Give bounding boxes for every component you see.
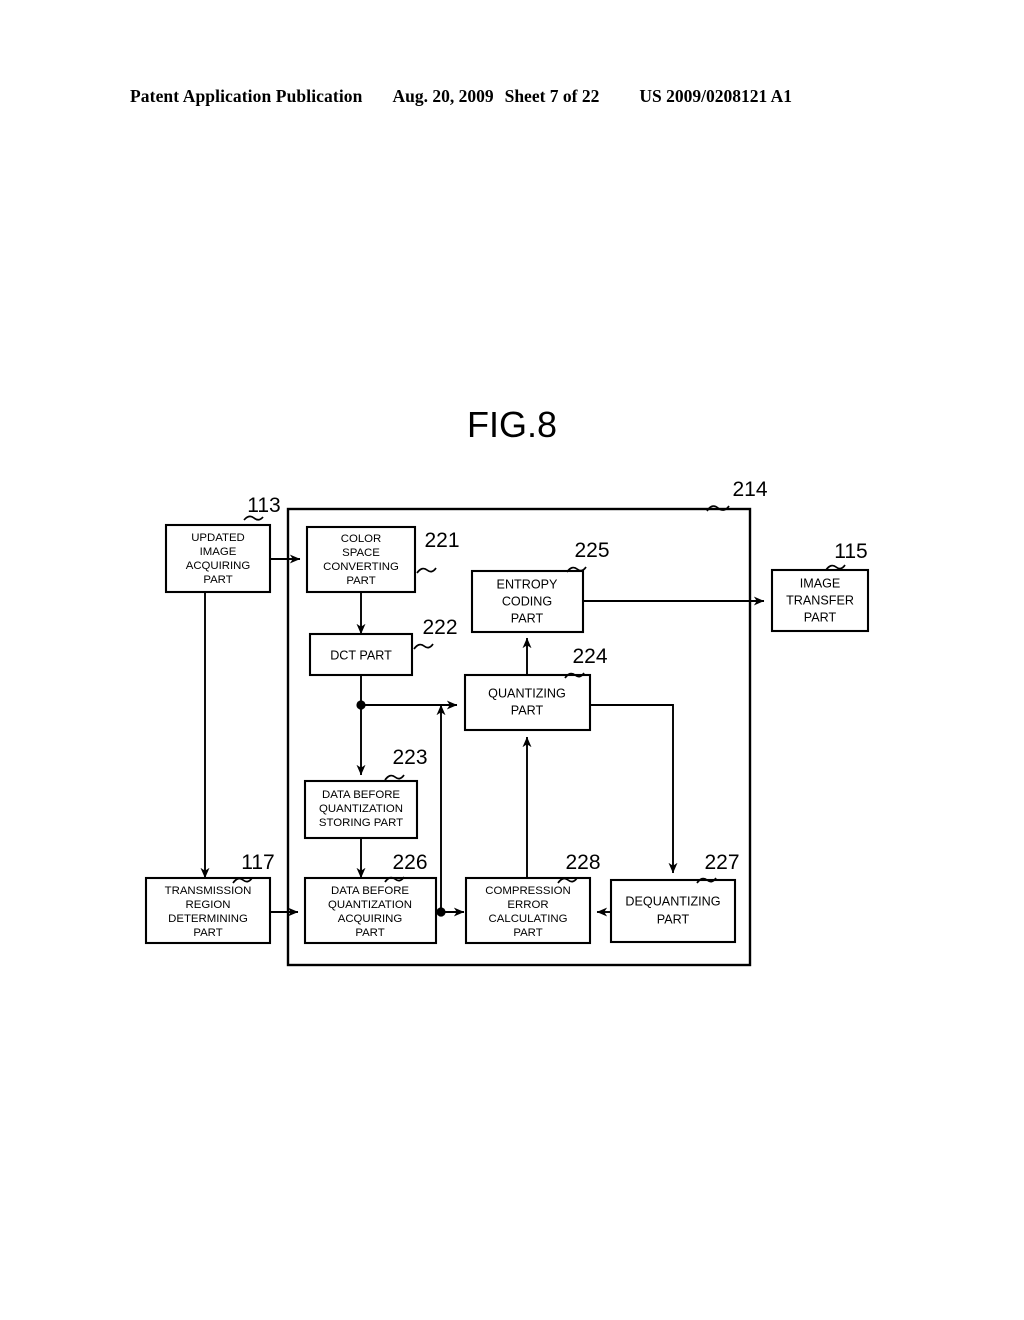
box-dequantizing-part[interactable]: DEQUANTIZING PART [609,878,737,944]
ref-numeral-115: 115 [825,540,868,571]
box-image-transfer-part[interactable]: IMAGE TRANSFER PART [770,568,870,633]
box-225-line3: PART [511,611,544,625]
block-diagram: UPDATED IMAGE ACQUIRING PART COLOR SPACE… [0,0,1024,1320]
box-225-line2: CODING [502,594,552,608]
box-117-line2: REGION [186,899,231,911]
box-227-line2: PART [657,912,690,926]
box-117-line3: DETERMINING [168,913,248,925]
ref-223-text: 223 [392,746,427,769]
box-entropy-coding-part[interactable]: ENTROPY CODING PART [470,569,585,634]
box-115-line2: TRANSFER [786,593,854,607]
box-113-line1: UPDATED [191,532,245,544]
ref-228-text: 228 [565,851,600,874]
box-data-before-quantization-acquiring-part[interactable]: DATA BEFORE QUANTIZATION ACQUIRING PART [303,876,438,945]
box-228-line3: CALCULATING [489,913,568,925]
box-115-line3: PART [804,610,837,624]
box-226-line1: DATA BEFORE [331,885,409,897]
box-221-line4: PART [346,575,375,587]
box-data-before-quantization-storing-part[interactable]: DATA BEFORE QUANTIZATION STORING PART [303,779,419,840]
ref-numeral-214: 214 [706,478,768,512]
box-221-line1: COLOR [341,533,382,545]
ref-numeral-224: 224 [564,645,608,679]
box-225-line1: ENTROPY [497,577,558,591]
box-117-line4: PART [193,927,222,939]
box-226-line2: QUANTIZATION [328,899,412,911]
ref-117-text: 117 [241,851,274,874]
ref-214-text: 214 [732,478,767,501]
ref-227-text: 227 [704,851,739,874]
box-226-line4: PART [355,927,384,939]
box-updated-image-acquiring-part[interactable]: UPDATED IMAGE ACQUIRING PART [164,523,272,594]
ref-115-text: 115 [834,540,867,563]
box-223-line2: QUANTIZATION [319,803,403,815]
ref-numeral-113: 113 [243,494,281,521]
box-228-line2: ERROR [507,899,548,911]
ref-222-text: 222 [422,616,457,639]
ref-221-text: 221 [424,529,459,552]
box-compression-error-calculating-part[interactable]: COMPRESSION ERROR CALCULATING PART [464,876,592,945]
box-transmission-region-determining-part[interactable]: TRANSMISSION REGION DETERMINING PART [144,876,272,945]
box-113-line3: ACQUIRING [186,560,251,572]
box-227-line1: DEQUANTIZING [625,894,720,908]
ref-226-text: 226 [392,851,427,874]
box-113-line4: PART [203,574,232,586]
box-222-line1: DCT PART [330,648,392,662]
box-221-line2: SPACE [342,547,380,559]
box-228-line4: PART [513,927,542,939]
ref-numeral-222: 222 [413,616,458,650]
box-color-space-converting-part[interactable]: COLOR SPACE CONVERTING PART [305,525,417,594]
box-224-line1: QUANTIZING [488,686,566,700]
ref-225-text: 225 [574,539,609,562]
box-228-line1: COMPRESSION [485,885,570,897]
ref-numeral-225: 225 [566,539,610,573]
box-226-line3: ACQUIRING [338,913,403,925]
box-117-line1: TRANSMISSION [165,885,252,897]
ref-numeral-223: 223 [384,746,428,781]
box-224-line2: PART [511,703,544,717]
box-223-line3: STORING PART [319,817,403,829]
box-quantizing-part[interactable]: QUANTIZING PART [463,673,592,732]
wire-224-to-227 [590,704,678,874]
ref-numeral-227: 227 [696,851,740,884]
box-115-line1: IMAGE [800,576,841,590]
box-dct-part[interactable]: DCT PART [308,632,414,677]
box-221-line3: CONVERTING [323,561,399,573]
box-113-line2: IMAGE [200,546,237,558]
ref-113-text: 113 [247,494,280,517]
box-223-line1: DATA BEFORE [322,789,400,801]
ref-numeral-221: 221 [416,529,460,574]
ref-224-text: 224 [572,645,607,668]
